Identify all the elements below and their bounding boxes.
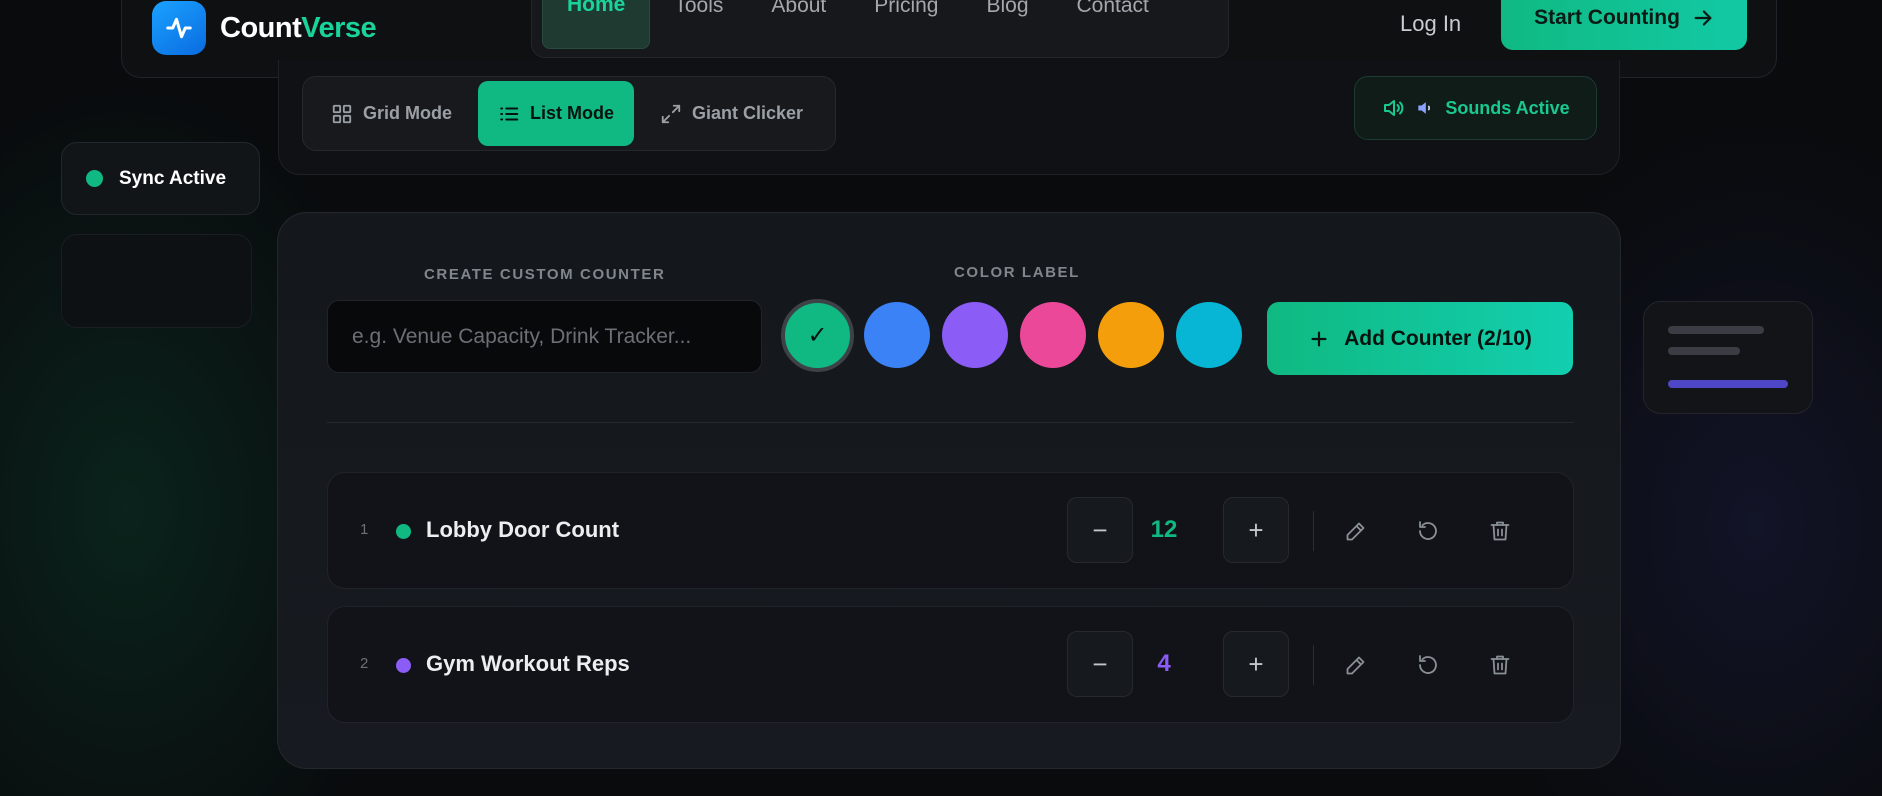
divider [1313, 645, 1314, 685]
grid-icon [332, 104, 352, 123]
grid-mode-button[interactable]: Grid Mode [311, 81, 472, 146]
start-counting-button[interactable]: Start Counting [1501, 0, 1747, 50]
nav-tools[interactable]: Tools [650, 0, 747, 49]
preview-line [1668, 347, 1740, 355]
list-mode-button[interactable]: List Mode [478, 81, 634, 146]
color-label: COLOR LABEL [954, 264, 1080, 281]
preview-bar [1668, 380, 1788, 388]
create-counter-label: CREATE CUSTOM COUNTER [424, 266, 666, 283]
decrement-button[interactable]: − [1067, 631, 1133, 697]
giant-clicker-button[interactable]: Giant Clicker [640, 81, 823, 146]
brand-name-part1: Count [220, 11, 302, 44]
reset-icon[interactable] [1415, 652, 1441, 678]
add-counter-button[interactable]: Add Counter (2/10) [1267, 302, 1573, 375]
counter-name-input[interactable] [327, 300, 762, 373]
counter-row: 2 Gym Workout Reps − 4 + [327, 606, 1574, 723]
nav-contact[interactable]: Contact [1053, 0, 1173, 49]
start-counting-label: Start Counting [1534, 5, 1680, 29]
counter-color-dot [396, 658, 411, 673]
decrement-button[interactable]: − [1067, 497, 1133, 563]
nav-blog[interactable]: Blog [962, 0, 1052, 49]
brand-logo[interactable]: CountVerse [152, 1, 377, 55]
color-swatch-blue[interactable] [864, 302, 930, 368]
expand-icon [661, 104, 681, 123]
brand-name: CountVerse [220, 11, 377, 45]
edit-icon[interactable] [1343, 518, 1369, 544]
check-icon: ✓ [807, 322, 828, 349]
placeholder-widget [61, 234, 252, 328]
counter-name: Gym Workout Reps [426, 651, 630, 676]
add-counter-label: Add Counter (2/10) [1344, 326, 1532, 350]
color-swatch-cyan[interactable] [1176, 302, 1242, 368]
view-mode-bar: Grid Mode List Mode Giant Clicker Sounds… [278, 60, 1620, 175]
preview-line [1668, 326, 1764, 334]
color-swatch-purple[interactable] [942, 302, 1008, 368]
increment-button[interactable]: + [1223, 497, 1289, 563]
counter-value: 4 [1157, 650, 1171, 677]
nav-pricing[interactable]: Pricing [850, 0, 962, 49]
view-mode-group: Grid Mode List Mode Giant Clicker [302, 76, 836, 151]
sync-status-badge: Sync Active [61, 142, 260, 215]
sounds-toggle[interactable]: Sounds Active [1354, 76, 1597, 140]
divider [327, 422, 1574, 423]
counter-value: 12 [1150, 516, 1178, 543]
sync-label: Sync Active [119, 167, 227, 189]
nav-home[interactable]: Home [542, 0, 651, 49]
divider [1313, 511, 1314, 551]
edit-icon[interactable] [1343, 652, 1369, 678]
counter-name: Lobby Door Count [426, 517, 620, 542]
speaker-icon [1418, 102, 1431, 114]
nav-about[interactable]: About [747, 0, 850, 49]
decorative-preview-card [1643, 301, 1813, 414]
color-swatch-green[interactable]: ✓ [781, 299, 854, 372]
sounds-label: Sounds Active [1445, 97, 1570, 118]
trash-icon[interactable] [1487, 518, 1513, 544]
counter-panel: CREATE CUSTOM COUNTER COLOR LABEL ✓ Add … [277, 212, 1621, 769]
main-nav: Home Tools About Pricing Blog Contact [531, 0, 1229, 58]
list-icon [500, 106, 519, 121]
reset-icon[interactable] [1415, 518, 1441, 544]
sync-indicator-dot [86, 170, 103, 187]
counter-row: 1 Lobby Door Count − 12 + [327, 472, 1574, 589]
volume-outline-icon [1384, 100, 1404, 116]
arrow-right-icon [1694, 9, 1712, 26]
counter-index: 2 [360, 655, 369, 672]
increment-button[interactable]: + [1223, 631, 1289, 697]
counter-index: 1 [360, 521, 369, 538]
plus-icon [1311, 330, 1327, 347]
brand-name-part2: Verse [301, 11, 377, 44]
pulse-icon [152, 1, 206, 55]
grid-mode-label: Grid Mode [363, 103, 452, 123]
color-swatch-pink[interactable] [1020, 302, 1086, 368]
giant-clicker-label: Giant Clicker [692, 103, 804, 123]
counter-color-dot [396, 524, 411, 539]
list-mode-label: List Mode [530, 103, 614, 123]
login-link[interactable]: Log In [1400, 11, 1461, 37]
color-swatch-orange[interactable] [1098, 302, 1164, 368]
trash-icon[interactable] [1487, 652, 1513, 678]
